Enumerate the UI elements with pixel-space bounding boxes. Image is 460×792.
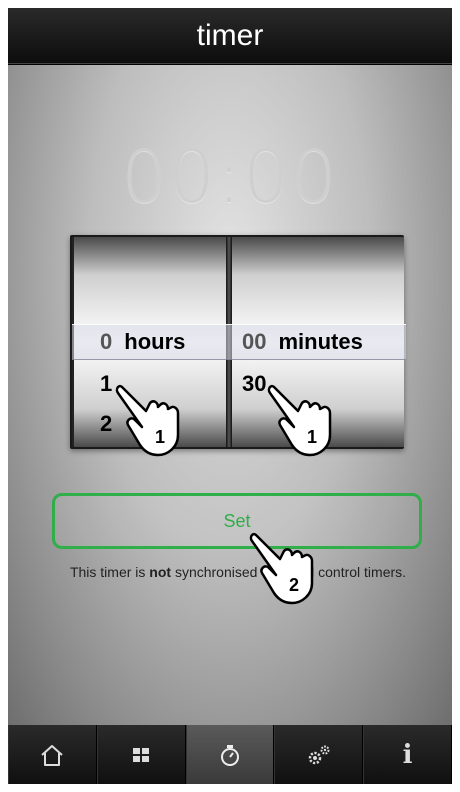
tab-settings[interactable]	[274, 725, 364, 784]
grid-icon	[133, 747, 150, 762]
set-button-label: Set	[223, 510, 251, 531]
phone-screen: timer 00:00 1 2 30 0 hours 00 minutes Set	[8, 8, 452, 784]
tab-timer[interactable]	[185, 725, 275, 784]
app-header: timer	[8, 8, 452, 64]
hours-unit-label: hours	[124, 329, 186, 354]
minutes-option[interactable]: 30	[232, 369, 404, 399]
hours-selected-value: 0	[100, 329, 113, 354]
hours-option[interactable]: 2	[74, 409, 226, 439]
tab-home[interactable]	[8, 725, 97, 784]
tab-bar: i	[8, 725, 452, 784]
timer-icon	[220, 744, 239, 766]
minutes-selected-value: 00	[242, 329, 267, 354]
gears-icon	[308, 745, 330, 764]
main-content: 00:00 1 2 30 0 hours 00 minutes Set This t…	[8, 65, 452, 725]
set-button[interactable]: Set	[52, 493, 422, 549]
note-prefix: This timer is	[69, 564, 150, 580]
hours-selected: 0 hours	[100, 327, 185, 357]
sync-note: This timer is not synchronised with wall…	[48, 563, 428, 582]
tab-dashboard[interactable]	[96, 725, 186, 784]
note-emphasis: not	[149, 564, 172, 580]
minutes-selected: 00 minutes	[242, 327, 363, 357]
minutes-unit-label: minutes	[278, 329, 363, 354]
time-display: 00:00	[121, 135, 339, 219]
hours-option[interactable]: 1	[74, 369, 226, 399]
note-suffix: synchronised with wall control timers.	[171, 564, 407, 580]
home-icon	[41, 744, 64, 766]
tab-info[interactable]: i	[363, 725, 452, 784]
duration-picker: 1 2 30 0 hours 00 minutes	[70, 235, 406, 449]
info-icon: i	[402, 739, 413, 770]
page-title: timer	[196, 18, 264, 52]
